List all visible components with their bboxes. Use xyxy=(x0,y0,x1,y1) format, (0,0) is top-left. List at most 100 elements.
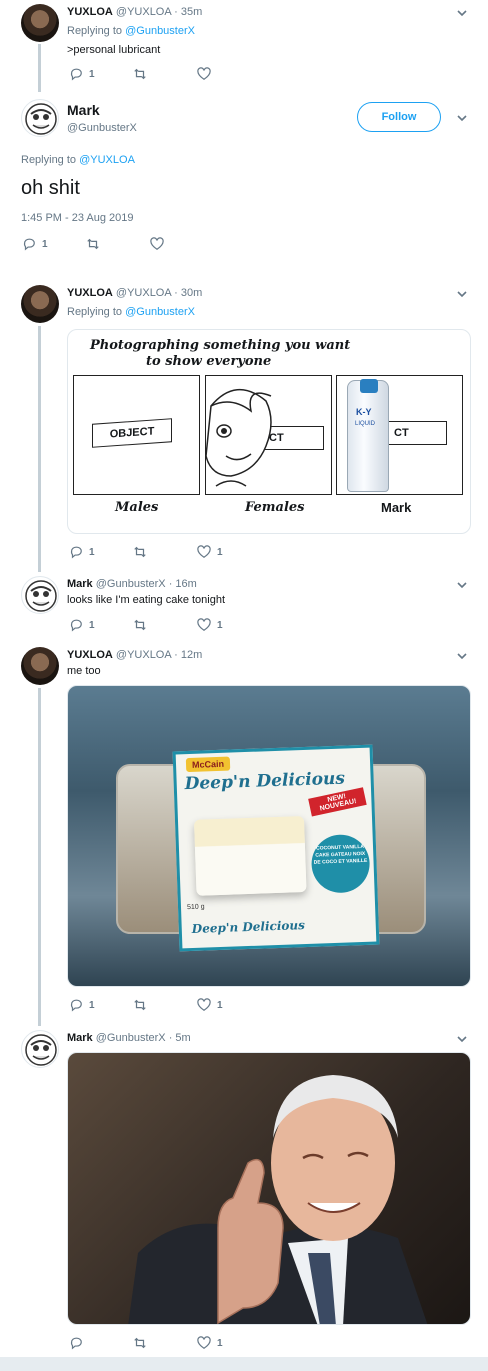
bottle-sub: LIQUID xyxy=(355,421,376,427)
chevron-down-icon[interactable] xyxy=(457,580,467,590)
chevron-down-icon[interactable] xyxy=(457,289,467,299)
time[interactable]: · 16m xyxy=(169,578,197,590)
reply-button[interactable]: 1 xyxy=(22,237,86,251)
like-icon xyxy=(150,237,164,250)
panel-caption: Males xyxy=(115,500,159,515)
reply-button[interactable]: 1 xyxy=(69,545,133,559)
thumbs-up-photo[interactable] xyxy=(67,1052,471,1325)
like-button[interactable]: 1 xyxy=(197,998,261,1012)
retweet-button[interactable] xyxy=(133,618,197,632)
retweet-icon xyxy=(134,68,146,80)
reply-button[interactable]: 1 xyxy=(69,998,133,1012)
reply-button[interactable] xyxy=(69,1336,133,1350)
reply-count: 1 xyxy=(89,546,95,558)
reply-icon xyxy=(70,68,82,81)
replying-label: Replying to xyxy=(21,154,77,166)
panel-caption: Mark xyxy=(381,500,412,515)
handle[interactable]: @YUXLOA xyxy=(116,6,171,18)
reply-button[interactable]: 1 xyxy=(69,67,133,81)
retweet-button[interactable] xyxy=(133,1336,197,1350)
avatar[interactable] xyxy=(21,1030,59,1068)
follow-button[interactable]: Follow xyxy=(357,102,441,132)
face-drawing xyxy=(206,388,272,487)
handle[interactable]: @YUXLOA xyxy=(116,649,171,661)
retweet-button[interactable] xyxy=(86,237,150,251)
like-icon xyxy=(197,1336,211,1349)
handle[interactable]: @GunbusterX xyxy=(96,578,166,590)
like-button[interactable] xyxy=(150,237,214,251)
display-name[interactable]: YUXLOA xyxy=(67,287,113,299)
reply-count: 1 xyxy=(89,619,95,631)
retweet-icon xyxy=(87,238,99,250)
page-footer-strip xyxy=(0,1357,488,1371)
cake-photo[interactable]: McCain Deep'n Delicious NEW! NOUVEAU! CO… xyxy=(67,685,471,987)
meme-image[interactable]: Photographing something you want to show… xyxy=(67,329,471,534)
retweet-button[interactable] xyxy=(133,998,197,1012)
cake-box-lid: McCain Deep'n Delicious NEW! NOUVEAU! CO… xyxy=(172,744,380,952)
avatar-image xyxy=(25,103,57,135)
chevron-down-icon[interactable] xyxy=(457,113,467,123)
object-label: OBJECT xyxy=(109,425,155,441)
avatar[interactable] xyxy=(21,4,59,42)
reply-icon xyxy=(23,238,35,251)
like-button[interactable]: 1 xyxy=(197,545,261,559)
retweet-icon xyxy=(134,1337,146,1349)
avatar[interactable] xyxy=(21,285,59,323)
meme-title-line: to show everyone xyxy=(146,354,272,369)
object-box: CT xyxy=(387,421,447,445)
like-count: 1 xyxy=(217,1337,223,1349)
display-name[interactable]: Mark xyxy=(67,578,93,590)
timestamp[interactable]: 1:45 PM - 23 Aug 2019 xyxy=(21,212,134,224)
retweet-icon xyxy=(134,619,146,631)
avatar[interactable] xyxy=(21,576,59,614)
time[interactable]: · 30m xyxy=(174,287,202,299)
reply-icon xyxy=(70,546,82,559)
retweet-icon xyxy=(134,999,146,1011)
brand-logo: McCain xyxy=(185,756,231,773)
like-button[interactable]: 1 xyxy=(197,618,261,632)
like-button[interactable]: 1 xyxy=(197,1336,261,1350)
meme-title-line: Photographing something you want xyxy=(90,338,351,353)
display-name[interactable]: YUXLOA xyxy=(67,6,113,18)
product-name-footer: Deep'n Delicious xyxy=(191,918,306,936)
chevron-down-icon[interactable] xyxy=(457,1034,467,1044)
tweet-text: looks like I'm eating cake tonight xyxy=(67,594,226,606)
reply-mention-link[interactable]: @GunbusterX xyxy=(125,306,195,318)
like-icon xyxy=(197,545,211,558)
retweet-button[interactable] xyxy=(133,67,197,81)
avatar[interactable] xyxy=(21,647,59,685)
meme-panel: OBJECT xyxy=(73,375,200,495)
display-name[interactable]: Mark xyxy=(67,102,100,118)
display-name[interactable]: Mark xyxy=(67,1032,93,1044)
reply-count: 1 xyxy=(89,999,95,1011)
retweet-button[interactable] xyxy=(133,545,197,559)
tweet-text: >personal lubricant xyxy=(67,44,161,56)
like-button[interactable] xyxy=(197,67,261,81)
reply-button[interactable]: 1 xyxy=(69,618,133,632)
reply-mention-link[interactable]: @YUXLOA xyxy=(79,154,135,166)
avatar[interactable] xyxy=(21,99,59,137)
handle[interactable]: @YUXLOA xyxy=(116,287,171,299)
panel-caption: Females xyxy=(245,500,305,515)
chevron-down-icon[interactable] xyxy=(457,651,467,661)
time[interactable]: · 35m xyxy=(174,6,202,18)
like-icon xyxy=(197,67,211,80)
chevron-down-icon[interactable] xyxy=(457,8,467,18)
handle[interactable]: @GunbusterX xyxy=(96,1032,166,1044)
weight-label: 510 g xyxy=(186,903,205,912)
meme-panel: CT xyxy=(205,375,332,495)
time[interactable]: · 12m xyxy=(174,649,202,661)
like-icon xyxy=(197,998,211,1011)
reply-mention-link[interactable]: @GunbusterX xyxy=(125,25,195,37)
cake-slice xyxy=(193,816,307,896)
retweet-icon xyxy=(134,546,146,558)
time[interactable]: · 5m xyxy=(169,1032,191,1044)
thread-line xyxy=(38,688,41,1026)
avatar-image xyxy=(25,580,57,612)
handle[interactable]: @GunbusterX xyxy=(67,122,137,134)
display-name[interactable]: YUXLOA xyxy=(67,649,113,661)
reply-count: 1 xyxy=(42,238,48,250)
replying-label: Replying to xyxy=(67,25,123,37)
like-count: 1 xyxy=(217,619,223,631)
bottle-brand: K-Y xyxy=(356,407,372,417)
